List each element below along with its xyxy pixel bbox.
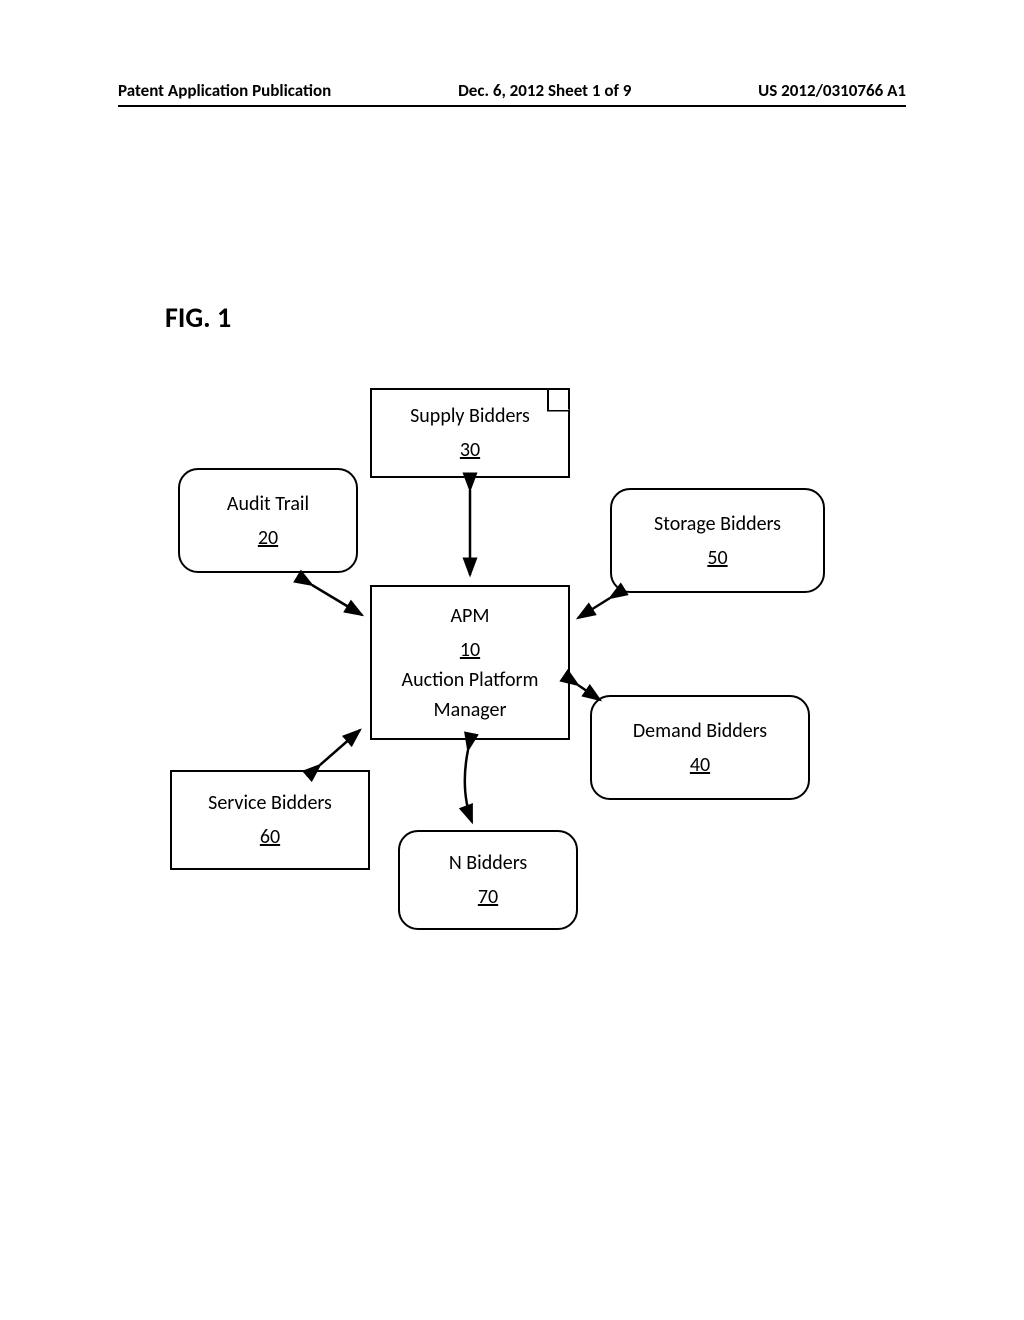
box-apm: APM 10 Auction Platform Manager: [370, 585, 570, 740]
box-demand-bidders: Demand Bidders 40: [590, 695, 810, 800]
diagram-container: Supply Bidders 30 Audit Trail 20 Storage…: [0, 0, 1024, 1320]
apm-line2a: Auction Platform: [402, 666, 539, 694]
storage-refnum: 50: [707, 544, 727, 572]
box-supply-bidders: Supply Bidders 30: [370, 388, 570, 478]
box-service-bidders: Service Bidders 60: [170, 770, 370, 870]
demand-refnum: 40: [690, 751, 710, 779]
service-label: Service Bidders: [208, 789, 332, 817]
service-refnum: 60: [260, 823, 280, 851]
apm-label: APM: [450, 602, 489, 630]
box-storage-bidders: Storage Bidders 50: [610, 488, 825, 593]
nbidders-label: N Bidders: [449, 849, 527, 877]
audit-label: Audit Trail: [227, 490, 309, 518]
demand-label: Demand Bidders: [633, 717, 767, 745]
dog-ear-corner: [547, 388, 571, 412]
nbidders-refnum: 70: [478, 883, 498, 911]
apm-line2b: Manager: [434, 696, 507, 724]
audit-refnum: 20: [258, 524, 278, 552]
apm-refnum: 10: [460, 636, 480, 664]
supply-refnum: 30: [460, 436, 480, 464]
storage-label: Storage Bidders: [654, 510, 781, 538]
box-n-bidders: N Bidders 70: [398, 830, 578, 930]
box-audit-trail: Audit Trail 20: [178, 468, 358, 573]
supply-label: Supply Bidders: [410, 402, 530, 430]
